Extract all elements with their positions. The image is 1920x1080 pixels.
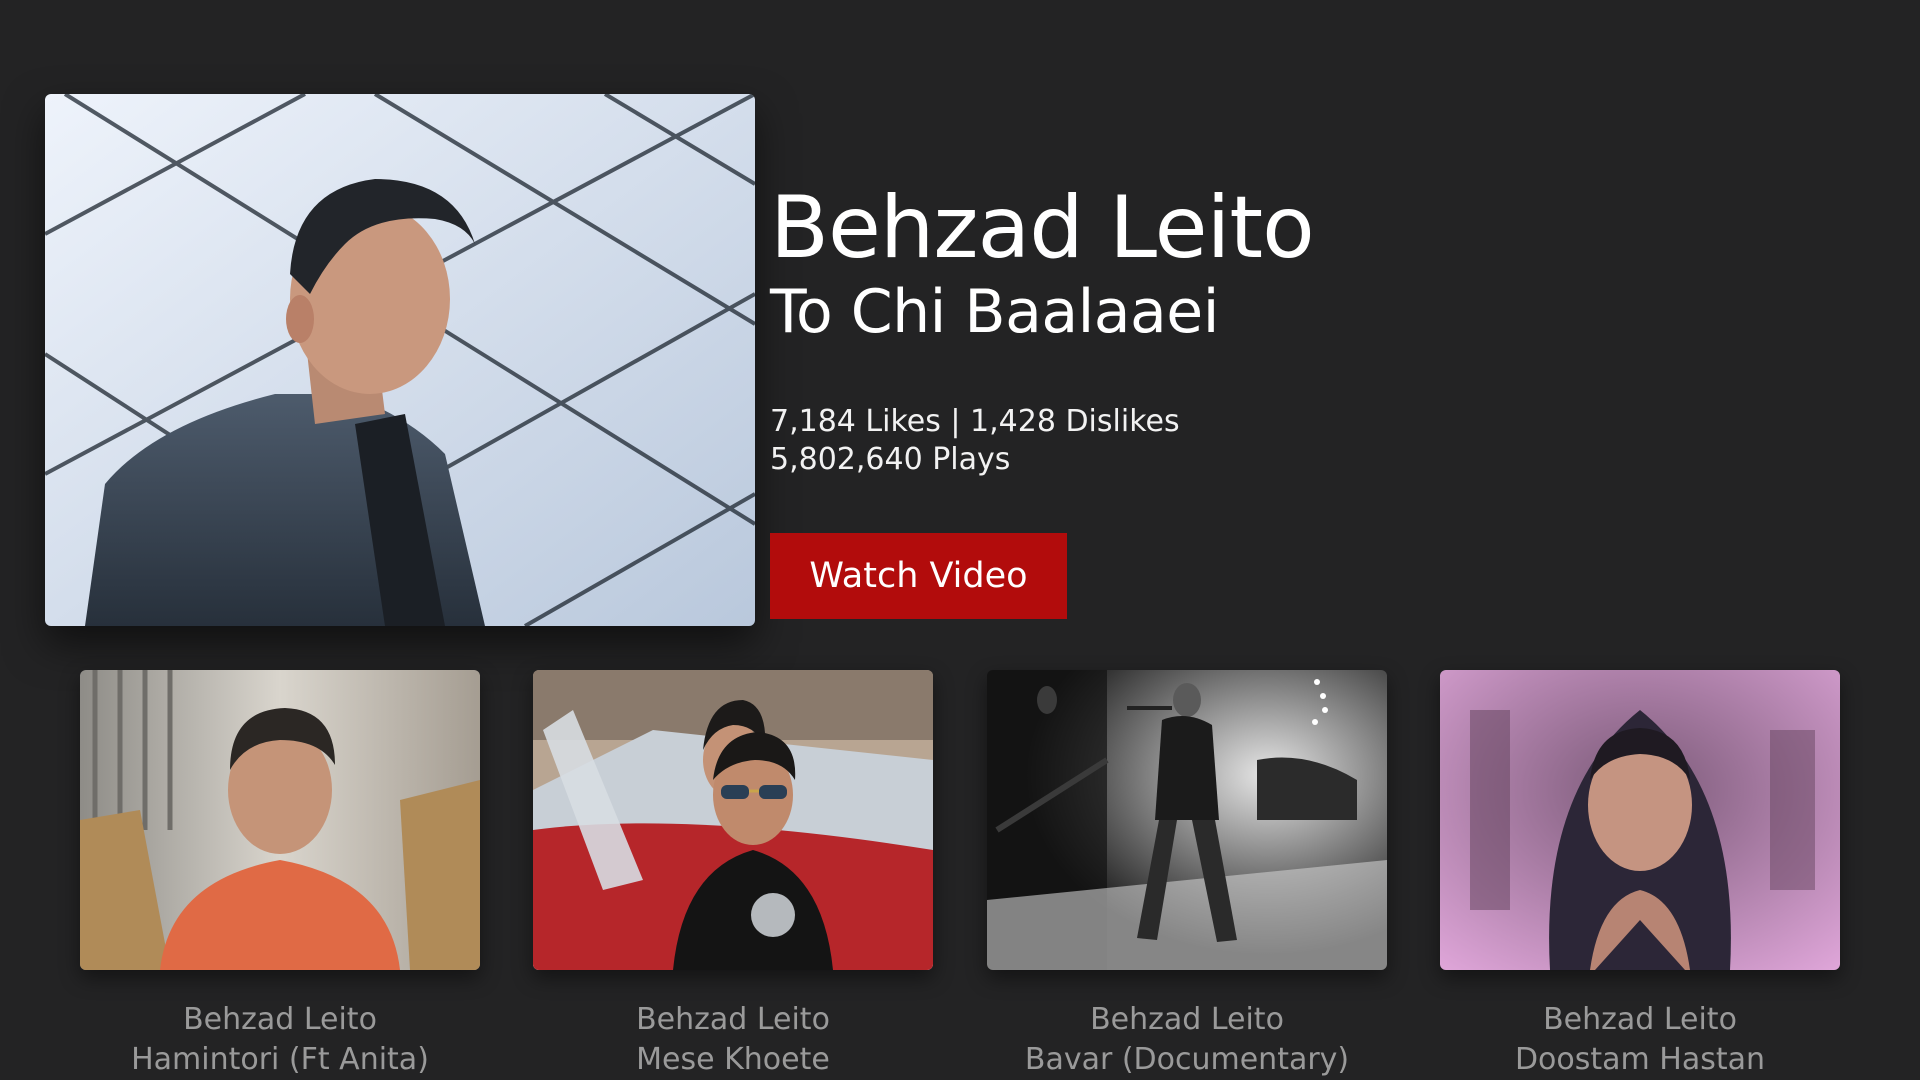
red-convertible-scene-image (533, 670, 933, 970)
prison-scene-thumbnail[interactable] (80, 670, 480, 970)
hooded-portrait-image (1440, 670, 1840, 970)
shelf-card-title: Doostam Hastan (1514, 1042, 1766, 1077)
shelf-card[interactable]: Behzad Leito Hamintori (Ft Anita) (80, 670, 480, 1080)
shelf-card[interactable]: Behzad Leito Doostam Hastan (1440, 670, 1840, 1080)
shelf-card-artist: Behzad Leito (183, 1002, 377, 1037)
prison-scene-image (80, 670, 480, 970)
video-shelf: Behzad Leito Hamintori (Ft Anita) Behzad… (0, 670, 1920, 1080)
shelf-card-artist: Behzad Leito (636, 1002, 830, 1037)
shelf-card[interactable]: Behzad Leito Bavar (Documentary) (987, 670, 1387, 1080)
shelf-card-title: Hamintori (Ft Anita) (131, 1042, 429, 1077)
artist-portrait-image (45, 94, 755, 626)
featured-info: Behzad Leito To Chi Baalaaei 7,184 Likes… (770, 170, 1870, 479)
shelf-card-caption: Behzad Leito Mese Khoete (533, 1000, 933, 1080)
hooded-portrait-thumbnail[interactable] (1440, 670, 1840, 970)
likes-dislikes-count: 7,184 Likes | 1,428 Dislikes (770, 404, 1180, 439)
shelf-card-caption: Behzad Leito Doostam Hastan (1440, 1000, 1840, 1080)
shelf-card-artist: Behzad Leito (1090, 1002, 1284, 1037)
shelf-card[interactable]: Behzad Leito Mese Khoete (533, 670, 933, 1080)
watch-video-button[interactable]: Watch Video (770, 533, 1067, 619)
red-convertible-scene-thumbnail[interactable] (533, 670, 933, 970)
stage-performance-scene-image (987, 670, 1387, 970)
shelf-card-artist: Behzad Leito (1543, 1002, 1737, 1037)
stage-performance-scene-thumbnail[interactable] (987, 670, 1387, 970)
shelf-card-title: Bavar (Documentary) (1024, 1042, 1350, 1077)
featured-stats: 7,184 Likes | 1,428 Dislikes 5,802,640 P… (770, 403, 1870, 479)
shelf-card-caption: Behzad Leito Hamintori (Ft Anita) (80, 1000, 480, 1080)
plays-count: 5,802,640 Plays (770, 442, 1011, 477)
shelf-card-title: Mese Khoete (636, 1042, 830, 1077)
shelf-card-caption: Behzad Leito Bavar (Documentary) (987, 1000, 1387, 1080)
featured-artist-name: Behzad Leito (770, 178, 1315, 278)
featured-thumbnail[interactable] (45, 94, 755, 626)
tv-screen: Behzad Leito To Chi Baalaaei 7,184 Likes… (0, 0, 1920, 1080)
featured-video-title: To Chi Baalaaei (770, 277, 1219, 347)
